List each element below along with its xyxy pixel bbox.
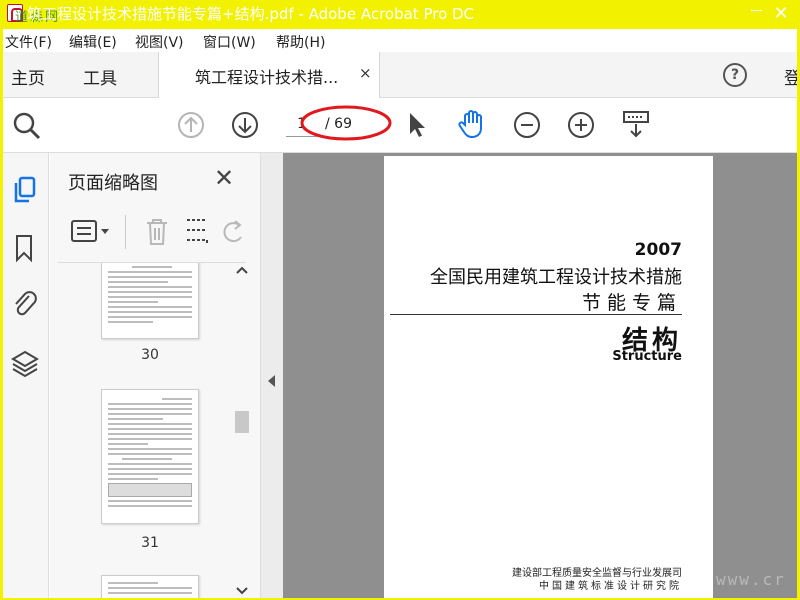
panel-collapse-handle[interactable] xyxy=(261,153,283,598)
highlight-ellipse xyxy=(300,105,392,141)
search-zoom-icon[interactable] xyxy=(12,111,42,141)
sign-in-button[interactable]: 登 xyxy=(784,64,797,89)
trash-icon[interactable] xyxy=(144,217,170,247)
menu-window[interactable]: 窗口(W) xyxy=(203,32,256,52)
scrollbar-thumb[interactable] xyxy=(235,411,249,433)
thumbnail-page-number: 30 xyxy=(141,347,159,363)
bookmark-icon[interactable] xyxy=(11,233,39,263)
close-tab-button[interactable]: × xyxy=(359,64,372,82)
thumbnails-panel: 页面缩略图 ✕ 30 31 xyxy=(50,153,261,598)
toolbar-divider xyxy=(125,215,126,249)
help-icon[interactable]: ? xyxy=(723,63,747,87)
cover-title-line2: 节能专篇 xyxy=(581,292,682,314)
layers-icon[interactable] xyxy=(11,349,39,379)
page-thumbnail[interactable] xyxy=(101,389,199,524)
rotate-icon[interactable] xyxy=(221,219,245,247)
tab-document[interactable]: 筑工程设计技术措... × xyxy=(158,52,380,98)
next-page-icon[interactable] xyxy=(231,111,259,139)
zoom-out-icon[interactable] xyxy=(513,111,541,139)
select-cursor-icon[interactable] xyxy=(405,110,429,140)
thumbnail-list: 30 31 xyxy=(50,263,230,598)
panel-title: 页面缩略图 xyxy=(68,173,158,194)
menu-bar: 文件(F) 编辑(E) 视图(V) 窗口(W) 帮助(H) xyxy=(3,29,797,52)
window-close-button[interactable]: ✕ xyxy=(765,0,797,29)
thumbnail-page-number: 31 xyxy=(141,535,159,551)
acrobat-window: 道森网 筑工程设计技术措施节能专篇+结构.pdf - Adobe Acrobat… xyxy=(3,0,797,598)
tab-tools[interactable]: 工具 xyxy=(83,64,117,89)
page-thumbnail[interactable] xyxy=(101,575,199,598)
cover-title-line1: 全国民用建筑工程设计技术措施 xyxy=(430,267,682,288)
menu-view[interactable]: 视图(V) xyxy=(135,32,184,52)
panel-close-button[interactable]: ✕ xyxy=(214,164,234,192)
menu-help[interactable]: 帮助(H) xyxy=(276,32,325,52)
document-viewer[interactable]: 2007 全国民用建筑工程设计技术措施 节能专篇 结构 Structure 建设… xyxy=(283,153,797,598)
hand-icon[interactable] xyxy=(456,108,488,140)
minimize-icon[interactable] xyxy=(751,10,762,11)
tab-home[interactable]: 主页 xyxy=(11,64,45,89)
thumbnail-scrollbar[interactable] xyxy=(230,263,253,598)
title-bar: 道森网 筑工程设计技术措施节能专篇+结构.pdf - Adobe Acrobat… xyxy=(3,0,797,29)
document-tab-label: 筑工程设计技术措... xyxy=(195,68,339,87)
collapse-arrow-icon xyxy=(268,375,275,387)
window-title: 筑工程设计技术措施节能专篇+结构.pdf - Adobe Acrobat Pro… xyxy=(27,5,475,23)
prev-page-icon[interactable] xyxy=(177,111,205,139)
scroll-up-icon[interactable] xyxy=(235,265,249,275)
corner-watermark: www.cr xyxy=(716,570,786,589)
cover-subject-en: Structure xyxy=(612,349,682,364)
menu-file[interactable]: 文件(F) xyxy=(5,32,52,52)
panel-toolbar xyxy=(58,205,246,263)
tab-bar: 主页 工具 筑工程设计技术措... × ? 登 xyxy=(3,52,797,98)
cover-rule xyxy=(390,314,682,315)
page-thumbnail[interactable] xyxy=(101,263,199,339)
menu-edit[interactable]: 编辑(E) xyxy=(69,32,117,52)
zoom-in-icon[interactable] xyxy=(567,111,595,139)
pdf-page: 2007 全国民用建筑工程设计技术措施 节能专篇 结构 Structure 建设… xyxy=(384,156,713,598)
toolbar: 1 / 69 xyxy=(3,98,797,153)
options-icon[interactable] xyxy=(70,219,114,245)
cover-publisher2: 中国建筑标准设计研究院 xyxy=(539,581,682,592)
scroll-down-icon[interactable] xyxy=(235,586,249,596)
crop-icon[interactable] xyxy=(185,217,211,247)
left-rail xyxy=(3,153,49,598)
cover-year: 2007 xyxy=(634,240,682,260)
keyboard-page-icon[interactable] xyxy=(622,110,650,140)
thumbnails-icon[interactable] xyxy=(11,175,39,205)
attachment-icon[interactable] xyxy=(11,289,39,319)
